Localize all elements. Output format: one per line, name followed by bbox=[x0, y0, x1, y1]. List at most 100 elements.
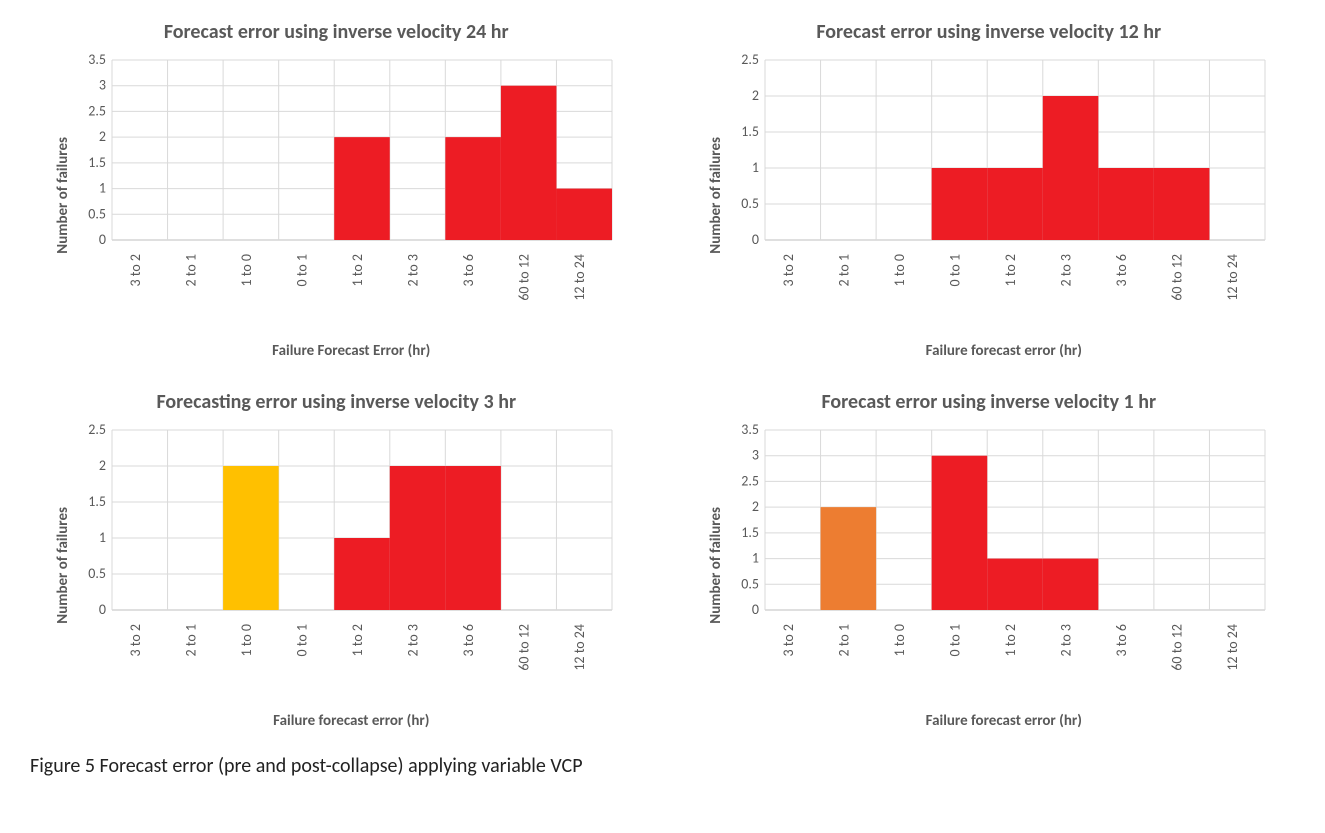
bar bbox=[1043, 96, 1099, 240]
svg-text:1 to 0: 1 to 0 bbox=[891, 624, 908, 656]
svg-text:1.5: 1.5 bbox=[741, 123, 759, 140]
bar bbox=[446, 466, 502, 610]
svg-text:0 to 1: 0 to 1 bbox=[946, 254, 963, 286]
svg-text:3: 3 bbox=[99, 77, 106, 94]
y-axis-label: Number of failures bbox=[50, 507, 72, 624]
svg-text:2 to 3: 2 to 3 bbox=[405, 254, 422, 286]
bar bbox=[334, 538, 390, 610]
chart-grid: Forecast error using inverse velocity 24… bbox=[30, 20, 1295, 730]
bar bbox=[820, 507, 876, 610]
bar bbox=[931, 168, 987, 240]
svg-text:3 to 2: 3 to 2 bbox=[127, 254, 144, 286]
chart-2: Forecasting error using inverse velocity… bbox=[30, 390, 643, 730]
svg-text:0 to 1: 0 to 1 bbox=[946, 624, 963, 656]
svg-text:2: 2 bbox=[99, 128, 106, 145]
bar bbox=[501, 86, 557, 240]
chart-3: Forecast error using inverse velocity 1 … bbox=[683, 390, 1296, 730]
svg-text:3 to 6: 3 to 6 bbox=[1113, 254, 1130, 286]
bar bbox=[223, 466, 279, 610]
svg-text:0: 0 bbox=[752, 601, 759, 618]
svg-text:60 to 12: 60 to 12 bbox=[1168, 624, 1185, 671]
chart-svg: 0 0.5 1 1.5 2 2.5 3 to 2 2 to 1 1 to 0 0 to 1 1 to… bbox=[725, 50, 1275, 340]
svg-text:3.5: 3.5 bbox=[89, 51, 107, 68]
svg-text:0: 0 bbox=[752, 231, 759, 248]
y-axis-label: Number of failures bbox=[50, 137, 72, 254]
svg-text:60 to 12: 60 to 12 bbox=[1168, 254, 1185, 301]
y-axis-label: Number of failures bbox=[703, 507, 725, 624]
svg-text:2.5: 2.5 bbox=[741, 472, 759, 489]
svg-text:2.5: 2.5 bbox=[89, 421, 107, 438]
svg-text:2 to 1: 2 to 1 bbox=[183, 624, 200, 656]
svg-text:2: 2 bbox=[752, 87, 759, 104]
chart-1: Forecast error using inverse velocity 12… bbox=[683, 20, 1296, 360]
bar bbox=[931, 456, 987, 610]
bar bbox=[987, 168, 1043, 240]
bar bbox=[987, 559, 1043, 610]
bar bbox=[390, 466, 446, 610]
svg-text:1.5: 1.5 bbox=[741, 524, 759, 541]
svg-text:1 to 2: 1 to 2 bbox=[349, 254, 366, 286]
svg-text:0 to 1: 0 to 1 bbox=[294, 254, 311, 286]
x-axis-label: Failure forecast error (hr) bbox=[273, 712, 429, 730]
svg-text:1 to 2: 1 to 2 bbox=[1002, 624, 1019, 656]
svg-text:1 to 0: 1 to 0 bbox=[891, 254, 908, 286]
x-axis-label: Failure forecast error (hr) bbox=[926, 712, 1082, 730]
chart-title: Forecasting error using inverse velocity… bbox=[156, 390, 516, 414]
svg-text:2: 2 bbox=[752, 498, 759, 515]
chart-svg: 00.511.522.533.53 to 22 to 11 to 00 to 1… bbox=[72, 50, 622, 340]
svg-text:0.5: 0.5 bbox=[89, 205, 107, 222]
svg-text:0 to 1: 0 to 1 bbox=[294, 624, 311, 656]
svg-text:0.5: 0.5 bbox=[89, 565, 107, 582]
svg-text:1 to 2: 1 to 2 bbox=[1002, 254, 1019, 286]
bar bbox=[1154, 168, 1210, 240]
svg-text:3 to 2: 3 to 2 bbox=[780, 624, 797, 656]
svg-text:2.5: 2.5 bbox=[741, 51, 759, 68]
chart-svg: 0 0.5 1 1.5 2 2.5 3 to 2 2 to 1 1 to 0 0 to 1 1 to… bbox=[72, 420, 622, 710]
svg-text:3 to 6: 3 to 6 bbox=[460, 254, 477, 286]
svg-text:2 to 3: 2 to 3 bbox=[1057, 624, 1074, 656]
chart-title: Forecast error using inverse velocity 12… bbox=[816, 20, 1161, 44]
svg-text:60 to 12: 60 to 12 bbox=[516, 254, 533, 301]
svg-text:3 to 6: 3 to 6 bbox=[460, 624, 477, 656]
svg-text:1.5: 1.5 bbox=[89, 493, 107, 510]
bar bbox=[557, 189, 613, 240]
svg-text:0: 0 bbox=[99, 231, 106, 248]
bar bbox=[1043, 559, 1099, 610]
svg-text:2.5: 2.5 bbox=[89, 102, 107, 119]
svg-text:1: 1 bbox=[99, 529, 106, 546]
svg-text:2 to 1: 2 to 1 bbox=[835, 254, 852, 286]
chart-svg: 0 0.5 1 1.5 2 2.5 3 3.5 3 to 2 2 to 1 1 to 0 0 to 1… bbox=[725, 420, 1275, 710]
x-axis-label: Failure forecast error (hr) bbox=[926, 342, 1082, 360]
svg-text:12 to 24: 12 to 24 bbox=[1224, 624, 1241, 671]
svg-text:2 to 3: 2 to 3 bbox=[405, 624, 422, 656]
bar bbox=[446, 137, 502, 240]
svg-text:0.5: 0.5 bbox=[741, 195, 759, 212]
y-axis-label: Number of failures bbox=[703, 137, 725, 254]
svg-text:1 to 0: 1 to 0 bbox=[238, 624, 255, 656]
svg-text:2 to 3: 2 to 3 bbox=[1057, 254, 1074, 286]
svg-text:2: 2 bbox=[99, 457, 106, 474]
svg-text:12 to 24: 12 to 24 bbox=[571, 624, 588, 671]
svg-text:0: 0 bbox=[99, 601, 106, 618]
svg-text:3 to 6: 3 to 6 bbox=[1113, 624, 1130, 656]
svg-text:0.5: 0.5 bbox=[741, 575, 759, 592]
svg-text:3: 3 bbox=[752, 447, 759, 464]
bar bbox=[1098, 168, 1154, 240]
svg-text:1 to 0: 1 to 0 bbox=[238, 254, 255, 286]
chart-0: Forecast error using inverse velocity 24… bbox=[30, 20, 643, 360]
svg-text:2 to 1: 2 to 1 bbox=[835, 624, 852, 656]
svg-text:1: 1 bbox=[752, 550, 759, 567]
svg-text:1: 1 bbox=[752, 159, 759, 176]
figure-caption: Figure 5 Forecast error (pre and post-co… bbox=[30, 754, 1295, 778]
svg-text:1.5: 1.5 bbox=[89, 154, 107, 171]
chart-title: Forecast error using inverse velocity 24… bbox=[164, 20, 509, 44]
x-axis-label: Failure Forecast Error (hr) bbox=[272, 342, 430, 360]
chart-title: Forecast error using inverse velocity 1 … bbox=[821, 390, 1156, 414]
bar bbox=[334, 137, 390, 240]
svg-text:2 to 1: 2 to 1 bbox=[183, 254, 200, 286]
svg-text:12 to 24: 12 to 24 bbox=[571, 254, 588, 301]
svg-text:3.5: 3.5 bbox=[741, 421, 759, 438]
svg-text:1 to 2: 1 to 2 bbox=[349, 624, 366, 656]
svg-text:3 to 2: 3 to 2 bbox=[127, 624, 144, 656]
svg-text:3 to 2: 3 to 2 bbox=[780, 254, 797, 286]
